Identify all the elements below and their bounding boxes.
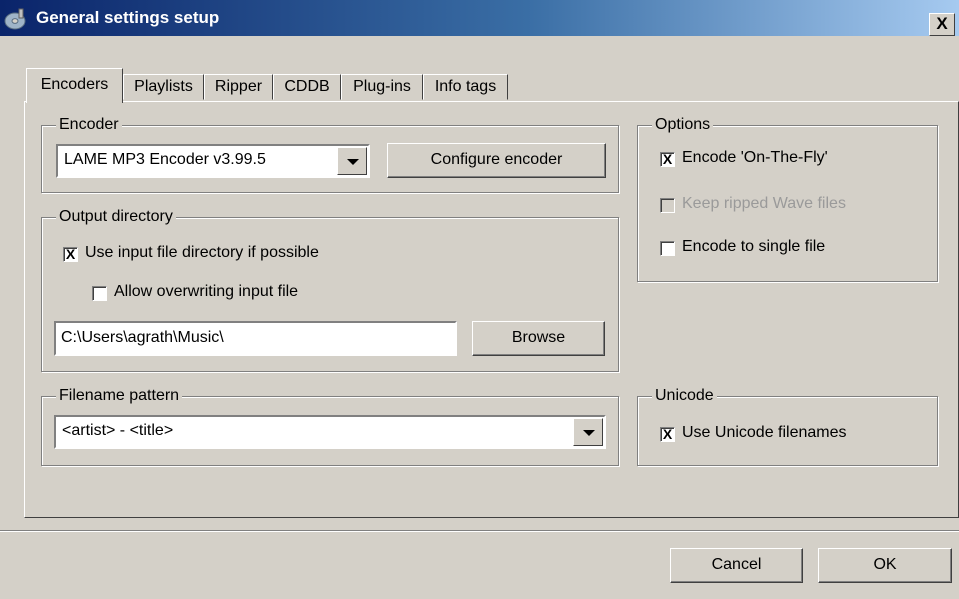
close-icon: X bbox=[936, 14, 948, 33]
checkbox-box[interactable] bbox=[660, 241, 675, 256]
encoder-select[interactable]: LAME MP3 Encoder v3.99.5 bbox=[56, 144, 370, 178]
browse-button[interactable]: Browse bbox=[472, 321, 605, 356]
output-path-input[interactable]: C:\Users\agrath\Music\ bbox=[54, 321, 457, 356]
checkbox-box[interactable]: X bbox=[660, 427, 675, 442]
use-unicode-label: Use Unicode filenames bbox=[682, 424, 847, 441]
filename-pattern-legend: Filename pattern bbox=[56, 386, 183, 406]
filename-pattern-value: <artist> - <title> bbox=[62, 422, 174, 439]
use-input-dir-label: Use input file directory if possible bbox=[85, 244, 319, 261]
options-legend: Options bbox=[652, 115, 714, 135]
tab-info-tags[interactable]: Info tags bbox=[423, 74, 508, 100]
encoder-select-value: LAME MP3 Encoder v3.99.5 bbox=[64, 151, 266, 168]
window-title: General settings setup bbox=[36, 8, 220, 27]
tab-cddb[interactable]: CDDB bbox=[273, 74, 341, 100]
tab-ripper[interactable]: Ripper bbox=[204, 74, 273, 100]
encoder-legend: Encoder bbox=[56, 115, 122, 135]
output-directory-legend: Output directory bbox=[56, 207, 176, 227]
cancel-button[interactable]: Cancel bbox=[670, 548, 803, 583]
filename-pattern-select[interactable]: <artist> - <title> bbox=[54, 415, 606, 449]
ok-button[interactable]: OK bbox=[818, 548, 952, 583]
checkbox-box[interactable]: X bbox=[660, 152, 675, 167]
single-file-label: Encode to single file bbox=[682, 238, 826, 255]
checkbox-box bbox=[660, 198, 675, 213]
title-bar: General settings setup bbox=[0, 0, 959, 36]
unicode-legend: Unicode bbox=[652, 386, 717, 406]
close-button[interactable]: X bbox=[929, 13, 955, 36]
keep-wave-label: Keep ripped Wave files bbox=[682, 195, 846, 212]
tab-encoders[interactable]: Encoders bbox=[26, 68, 123, 103]
encode-otf-label: Encode 'On-The-Fly' bbox=[682, 149, 828, 166]
footer-separator bbox=[0, 530, 959, 532]
chevron-down-icon[interactable] bbox=[573, 418, 603, 446]
tab-plugins[interactable]: Plug-ins bbox=[341, 74, 423, 100]
checkbox-box[interactable]: X bbox=[63, 247, 78, 262]
tab-playlists[interactable]: Playlists bbox=[123, 74, 204, 100]
chevron-down-icon[interactable] bbox=[337, 147, 367, 175]
allow-overwrite-label: Allow overwriting input file bbox=[114, 283, 299, 300]
checkbox-box[interactable] bbox=[92, 286, 107, 301]
configure-encoder-button[interactable]: Configure encoder bbox=[387, 143, 606, 178]
cd-icon bbox=[4, 8, 26, 30]
